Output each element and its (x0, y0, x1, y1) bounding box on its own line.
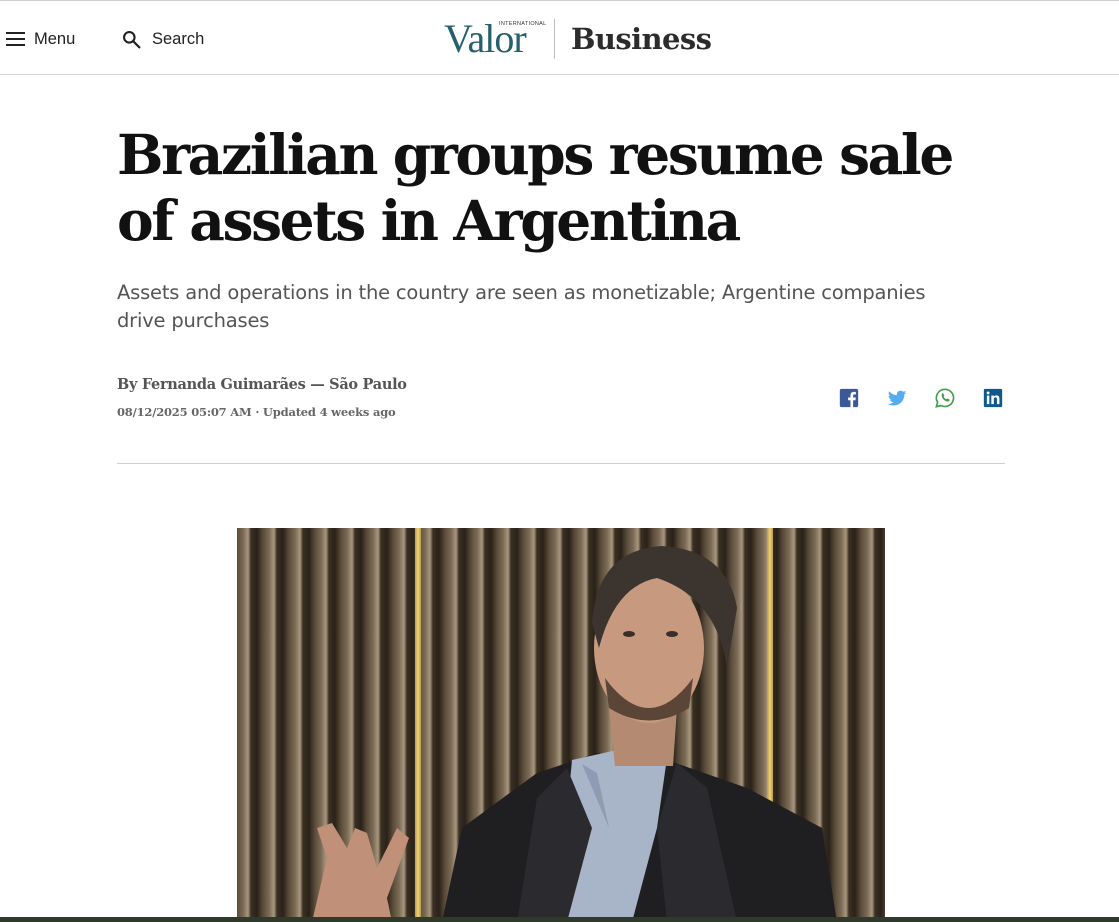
page-bottom-edge (0, 917, 1119, 922)
share-facebook-button[interactable] (838, 387, 860, 409)
article-lead-photo[interactable] (237, 528, 885, 922)
search-icon (123, 30, 141, 49)
whatsapp-icon (935, 388, 955, 408)
section-title[interactable]: Business (571, 18, 712, 60)
brand: INTERNATIONAL Valor Business (444, 16, 712, 61)
menu-button[interactable]: Menu (6, 25, 75, 53)
share-bar (838, 387, 1004, 409)
article-subtitle: Assets and operations in the country are… (117, 281, 926, 332)
share-linkedin-button[interactable] (982, 387, 1004, 409)
hamburger-icon (6, 32, 25, 46)
share-twitter-button[interactable] (886, 387, 908, 409)
brand-divider (554, 19, 555, 59)
portrait-illustration (312, 546, 837, 922)
twitter-icon (887, 390, 907, 406)
logo-valor-text: Valor (444, 16, 527, 61)
article-byline[interactable]: By Fernanda Guimarães — São Paulo (117, 376, 407, 393)
linkedin-icon (983, 388, 1003, 408)
site-header: Menu Search INTERNATIONAL Valor Business (0, 0, 1119, 75)
menu-label: Menu (34, 29, 76, 48)
search-label: Search (152, 29, 205, 48)
article-title: Brazilian groups resume sale of assets i… (117, 122, 954, 253)
header-divider (117, 463, 1005, 464)
search-button[interactable]: Search (121, 25, 204, 53)
share-whatsapp-button[interactable] (934, 387, 956, 409)
facebook-icon (839, 388, 859, 408)
article-dateline: 08/12/2025 05:07 AM · Updated 4 weeks ag… (117, 405, 396, 419)
valor-logo[interactable]: INTERNATIONAL Valor (444, 16, 546, 61)
